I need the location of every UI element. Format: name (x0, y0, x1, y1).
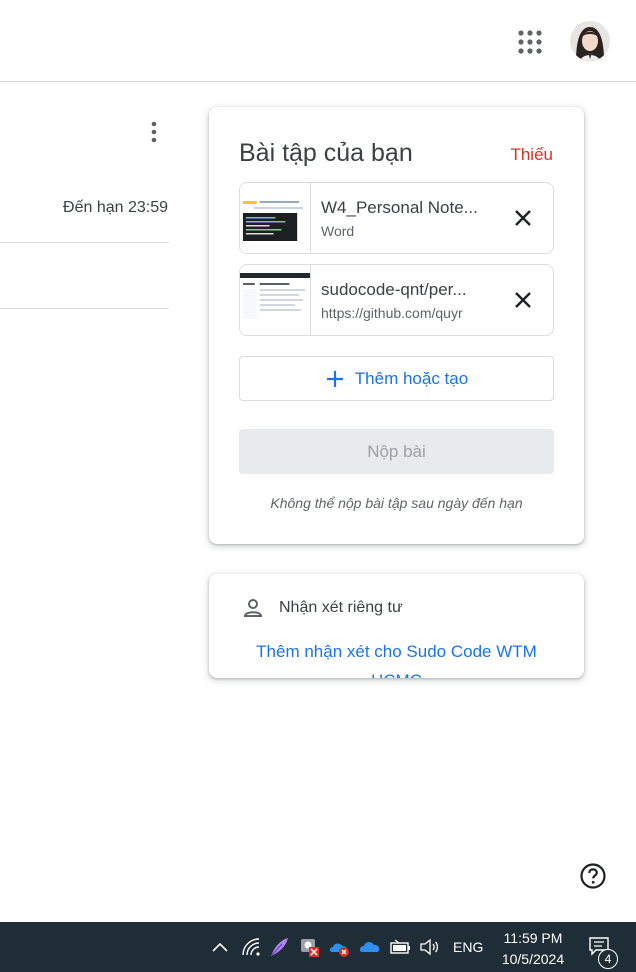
card-title: Bài tập của bạn (239, 139, 413, 167)
plus-icon (326, 370, 343, 387)
taskbar: ENG 11:59 PM 10/5/2024 4 (0, 922, 636, 972)
attachment-item[interactable]: W4_Personal Note... Word (239, 182, 554, 254)
clock-date: 10/5/2024 (501, 951, 565, 967)
attachment-name: W4_Personal Note... (321, 198, 478, 217)
apps-grid-icon[interactable] (516, 28, 544, 56)
notification-count-badge: 4 (598, 949, 618, 969)
private-comments-card: Nhận xét riêng tư Thêm nhận xét cho Sudo… (209, 574, 584, 678)
taskbar-clock[interactable]: 11:59 PM 10/5/2024 (494, 928, 572, 970)
add-or-create-button[interactable]: Thêm hoặc tạo (239, 356, 554, 401)
more-options-icon[interactable] (144, 119, 164, 145)
app-error-icon[interactable] (298, 936, 320, 958)
help-icon[interactable] (579, 862, 607, 890)
your-work-card: Bài tập của bạn Thiếu W4_Personal Note..… (209, 107, 584, 544)
close-icon[interactable] (511, 288, 535, 312)
chevron-up-icon[interactable] (209, 936, 231, 958)
divider (0, 242, 169, 243)
attachment-item[interactable]: sudocode-qnt/per... https://github.com/q… (239, 264, 554, 336)
avatar[interactable] (570, 21, 610, 61)
volume-icon[interactable] (418, 936, 440, 958)
wifi-icon[interactable] (240, 936, 262, 958)
due-date: Đến hạn 23:59 (63, 199, 168, 216)
battery-icon[interactable] (389, 936, 411, 958)
submit-button[interactable]: Nộp bài (239, 429, 554, 474)
document-thumbnail (240, 183, 311, 253)
top-bar (0, 0, 636, 82)
attachment-name: sudocode-qnt/per... (321, 280, 467, 299)
status-badge: Thiếu (510, 145, 553, 164)
person-icon (243, 599, 263, 617)
attachment-type: Word (321, 223, 355, 239)
pen-feather-icon[interactable] (268, 936, 290, 958)
private-comments-title: Nhận xét riêng tư (279, 599, 403, 616)
late-submission-note: Không thể nộp bài tập sau ngày đến hạn (270, 495, 523, 511)
onedrive-error-icon[interactable] (328, 936, 350, 958)
attachment-url: https://github.com/quyr (321, 305, 463, 321)
language-indicator[interactable]: ENG (453, 939, 483, 955)
onedrive-icon[interactable] (359, 936, 381, 958)
close-icon[interactable] (511, 206, 535, 230)
clock-time: 11:59 PM (503, 930, 563, 946)
divider (0, 308, 169, 309)
add-or-create-label: Thêm hoặc tạo (354, 368, 469, 388)
add-private-comment-link[interactable]: Thêm nhận xét cho Sudo Code WTM HCMC (229, 637, 564, 678)
link-thumbnail (240, 265, 311, 335)
